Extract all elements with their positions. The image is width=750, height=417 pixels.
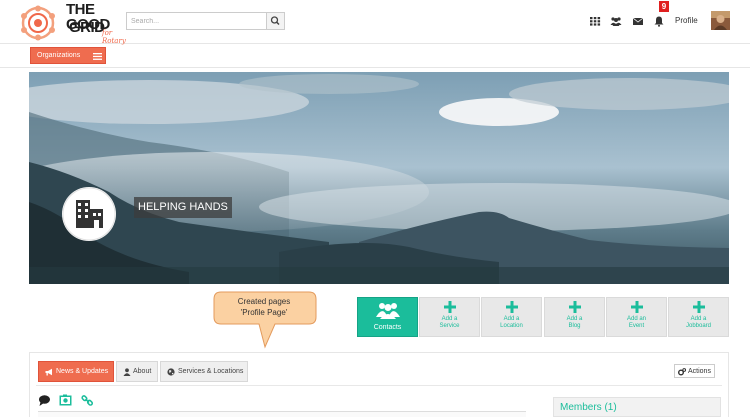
add-blog-label-1: Add a <box>566 316 583 322</box>
contacts-button[interactable]: Contacts <box>357 297 418 337</box>
callout-line-2: 'Profile Page' <box>240 308 288 317</box>
search-button[interactable] <box>266 12 285 30</box>
add-location-label-2: Location <box>500 323 523 329</box>
tab-about[interactable]: About <box>116 361 158 382</box>
post-composer[interactable] <box>38 411 526 417</box>
tab-services-locations-label: Services & Locations <box>178 368 244 375</box>
bell-icon[interactable] <box>653 15 665 27</box>
tab-news-updates-label: News & Updates <box>56 368 109 375</box>
plus-icon <box>693 301 705 313</box>
callout-text: Created pages 'Profile Page' <box>216 296 312 318</box>
add-event-label-1: Add an <box>626 316 647 322</box>
photo-icon[interactable] <box>59 394 72 407</box>
add-location-label-1: Add a <box>503 316 520 322</box>
plus-icon <box>506 301 518 313</box>
brand-tagline: for Rotary <box>102 29 126 45</box>
logo-emblem-icon <box>21 5 55 41</box>
add-jobboard-button[interactable]: Add a Jobboard <box>668 297 729 337</box>
organization-avatar[interactable] <box>62 187 116 241</box>
add-blog-button[interactable]: Add a Blog <box>544 297 605 337</box>
add-jobboard-label-1: Add a <box>690 316 707 322</box>
link-icon[interactable] <box>81 394 94 407</box>
add-event-button[interactable]: Add an Event <box>606 297 667 337</box>
plus-icon <box>444 301 456 313</box>
add-service-label-1: Add a <box>441 316 458 322</box>
cover-image <box>29 72 729 284</box>
search-input[interactable] <box>126 12 266 30</box>
building-icon <box>62 187 116 241</box>
divider <box>36 385 722 386</box>
contacts-icon <box>376 303 400 319</box>
add-blog-label-2: Blog <box>568 323 581 329</box>
plus-icon <box>569 301 581 313</box>
add-event-label-2: Event <box>628 323 645 329</box>
menu-icon <box>93 53 102 60</box>
gears-icon <box>678 368 686 376</box>
add-jobboard-label-2: Jobboard <box>685 323 712 329</box>
add-location-button[interactable]: Add a Location <box>481 297 542 337</box>
brand-logo[interactable]: THE GOOD GRID for Rotary <box>14 2 132 45</box>
tab-services-locations[interactable]: Services & Locations <box>160 361 248 382</box>
organizations-label: Organizations <box>37 52 81 59</box>
members-heading[interactable]: Members (1) <box>560 402 617 413</box>
organizations-button[interactable]: Organizations <box>30 47 106 64</box>
profile-link[interactable]: Profile <box>675 16 698 25</box>
search-bar <box>126 12 285 30</box>
megaphone-icon <box>45 368 52 376</box>
apps-grid-icon[interactable] <box>589 15 601 27</box>
user-icon <box>123 368 131 376</box>
brand-line2: GRID <box>69 19 105 36</box>
comment-icon[interactable] <box>38 394 51 407</box>
plus-icon <box>631 301 643 313</box>
search-icon <box>270 16 280 26</box>
top-header: THE GOOD GRID for Rotary 9 Profile <box>0 0 750 45</box>
globe-icon <box>167 368 175 376</box>
tab-news-updates[interactable]: News & Updates <box>38 361 114 382</box>
envelope-icon[interactable] <box>632 15 644 27</box>
contacts-label: Contacts <box>373 324 402 331</box>
add-service-label-2: Service <box>439 323 460 329</box>
actions-label: Actions <box>688 368 711 375</box>
avatar-photo <box>711 11 730 30</box>
users-icon[interactable] <box>610 15 622 27</box>
add-service-button[interactable]: Add a Service <box>419 297 480 337</box>
actions-button[interactable]: Actions <box>674 364 715 378</box>
members-panel: Members (1) <box>553 397 721 417</box>
mountain-landscape-image <box>29 72 729 284</box>
notification-badge[interactable]: 9 <box>659 1 669 12</box>
organizations-bar: Organizations <box>0 44 750 68</box>
tab-about-label: About <box>133 368 152 375</box>
avatar[interactable] <box>711 11 730 30</box>
organization-name: HELPING HANDS <box>134 197 232 218</box>
callout-line-1: Created pages <box>237 297 291 306</box>
